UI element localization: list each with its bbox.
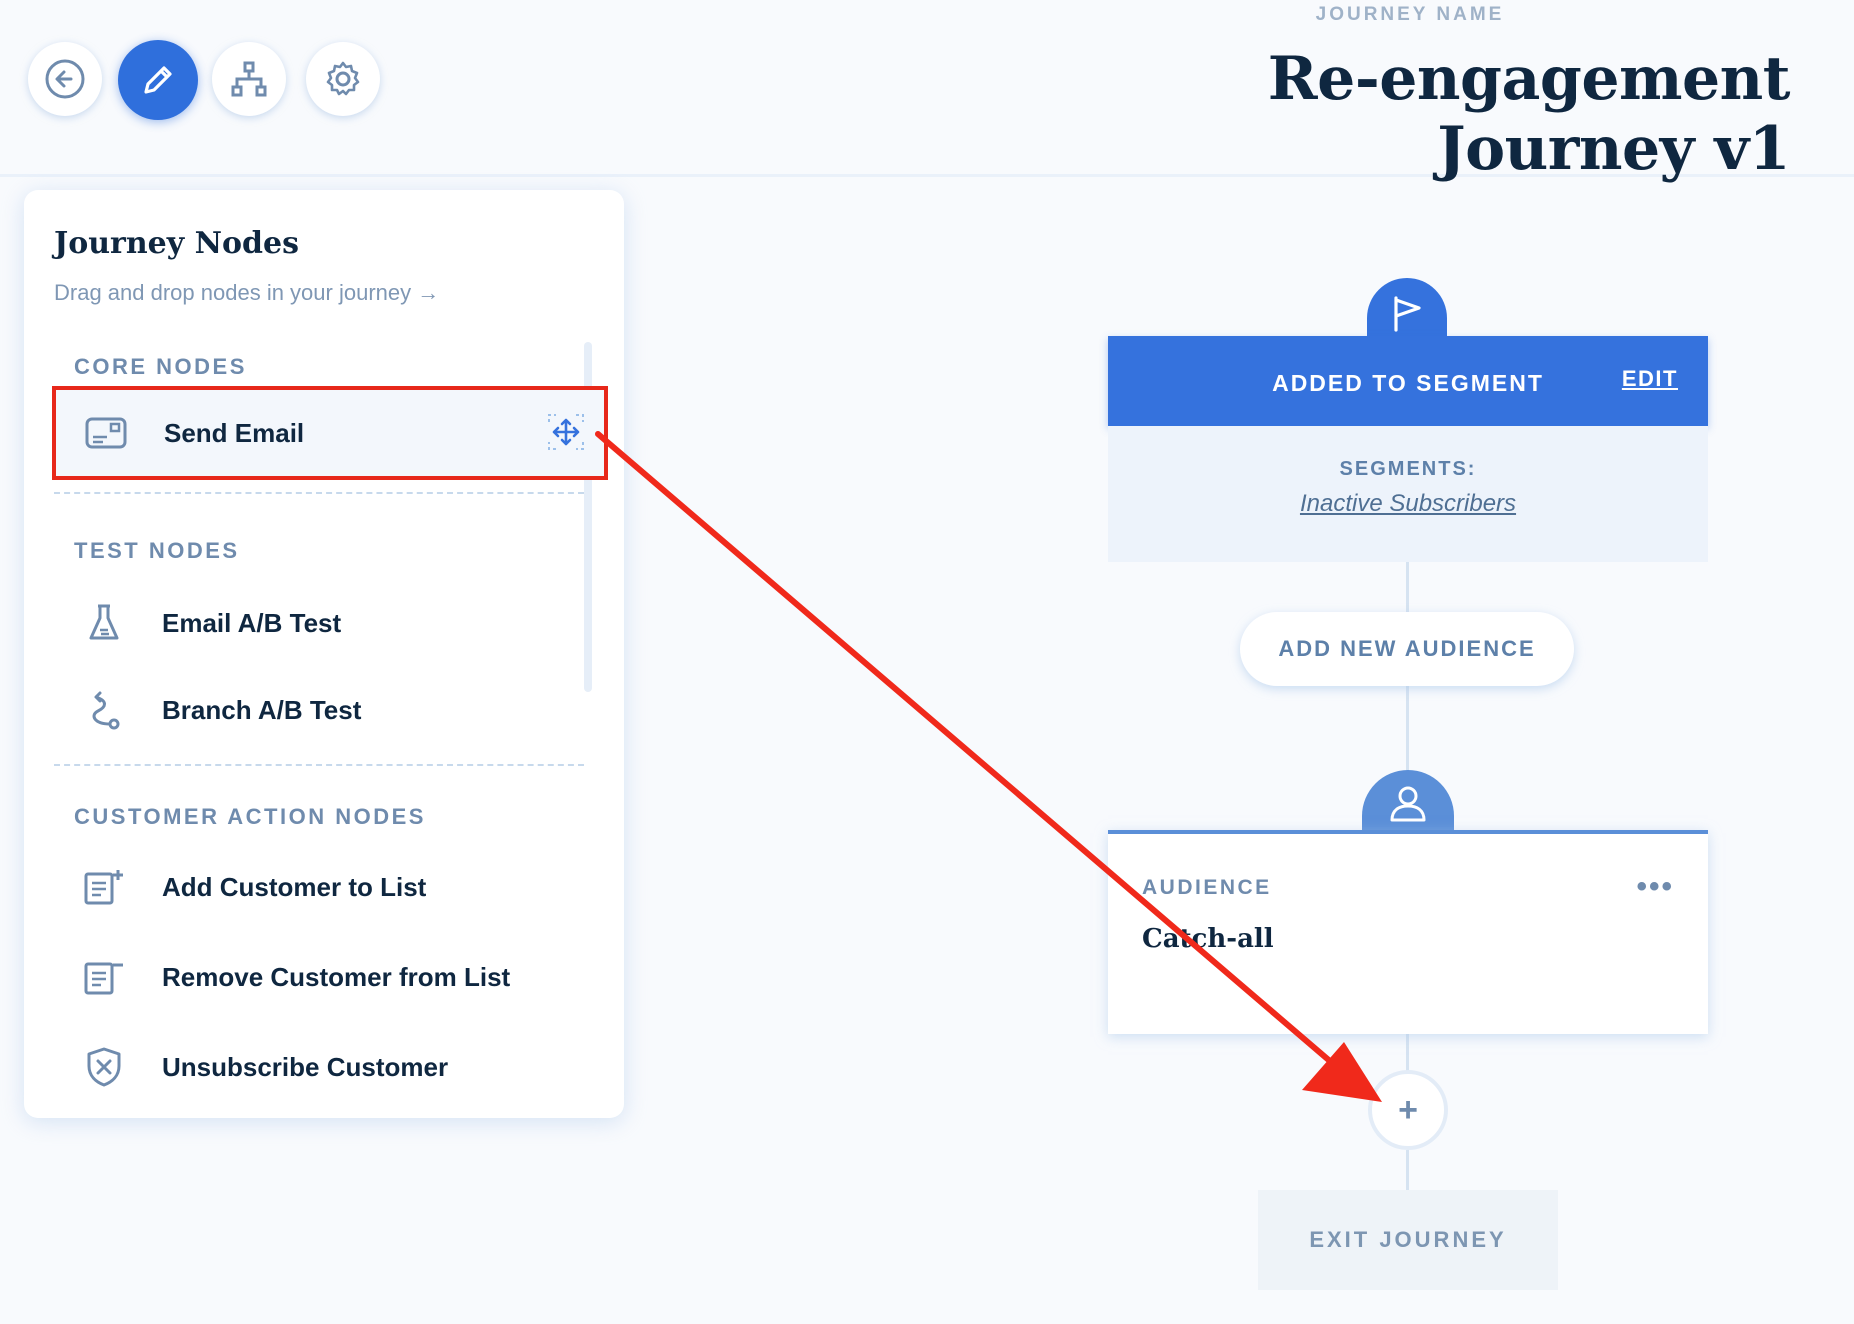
edit-button[interactable] [118, 40, 198, 120]
flag-icon [1394, 296, 1421, 332]
audience-label: AUDIENCE [1142, 876, 1272, 899]
section-test-nodes: TEST NODES [74, 538, 240, 563]
email-card-icon [76, 417, 136, 449]
section-customer-action-nodes: CUSTOMER ACTION NODES [74, 804, 426, 829]
branch-path-icon [74, 689, 134, 731]
sitemap-icon [231, 61, 267, 97]
segment-link[interactable]: Inactive Subscribers [1108, 490, 1708, 518]
arrow-left-icon [45, 59, 85, 99]
settings-button[interactable] [306, 42, 380, 116]
connector-line [1406, 1030, 1409, 1072]
audience-node-card[interactable]: AUDIENCE Catch-all ••• [1108, 830, 1708, 1034]
audience-badge [1362, 770, 1454, 836]
node-remove-customer-from-list[interactable]: Remove Customer from List [54, 937, 582, 1017]
journey-nodes-panel: Journey Nodes Drag and drop nodes in you… [24, 190, 624, 1118]
node-label: Remove Customer from List [162, 961, 511, 992]
trigger-edit-link[interactable]: EDIT [1622, 366, 1678, 392]
node-label: Add Customer to List [162, 871, 427, 902]
node-label: Send Email [164, 417, 305, 448]
journey-name-label: JOURNEY NAME [1315, 4, 1505, 25]
panel-title: Journey Nodes [54, 226, 299, 261]
section-divider [54, 764, 584, 766]
add-node-plus-button[interactable]: + [1368, 1070, 1448, 1150]
connector-line [1406, 1150, 1409, 1192]
top-header: JOURNEY NAME Re-engagement Journey v1 [0, 0, 1854, 184]
pencil-icon [144, 66, 172, 94]
drag-handle-icon[interactable] [546, 412, 586, 457]
section-divider [54, 492, 584, 494]
panel-subtitle: Drag and drop nodes in your journey → [54, 280, 440, 305]
back-button[interactable] [28, 42, 102, 116]
gear-icon [326, 61, 360, 96]
node-send-email[interactable]: Send Email [52, 386, 608, 480]
node-unsubscribe-customer[interactable]: Unsubscribe Customer [54, 1027, 582, 1107]
add-new-audience-button[interactable]: ADD NEW AUDIENCE [1240, 612, 1574, 686]
structure-button[interactable] [212, 42, 286, 116]
trigger-node-body: SEGMENTS: Inactive Subscribers [1108, 426, 1708, 562]
node-label: Branch A/B Test [162, 694, 362, 725]
trigger-node-header[interactable]: ADDED TO SEGMENT EDIT [1108, 336, 1708, 426]
node-branch-ab-test[interactable]: Branch A/B Test [54, 670, 582, 750]
exit-journey-node: EXIT JOURNEY [1258, 1190, 1558, 1290]
node-label: Unsubscribe Customer [162, 1051, 449, 1082]
list-remove-icon [74, 958, 134, 996]
user-icon [1390, 786, 1426, 822]
trigger-title: ADDED TO SEGMENT [1272, 370, 1544, 396]
section-core-nodes: CORE NODES [74, 354, 247, 379]
more-options-icon[interactable]: ••• [1636, 870, 1674, 904]
flask-icon [74, 602, 134, 644]
audience-name: Catch-all [1142, 924, 1274, 954]
connector-line [1406, 686, 1409, 772]
segments-label: SEGMENTS: [1339, 458, 1477, 480]
connector-line [1406, 562, 1409, 614]
node-email-ab-test[interactable]: Email A/B Test [54, 583, 582, 663]
list-add-icon [74, 868, 134, 906]
node-add-customer-to-list[interactable]: Add Customer to List [54, 847, 582, 927]
shield-x-icon [74, 1046, 134, 1088]
journey-title[interactable]: Re-engagement Journey v1 [1000, 44, 1791, 184]
node-label: Email A/B Test [162, 607, 342, 638]
